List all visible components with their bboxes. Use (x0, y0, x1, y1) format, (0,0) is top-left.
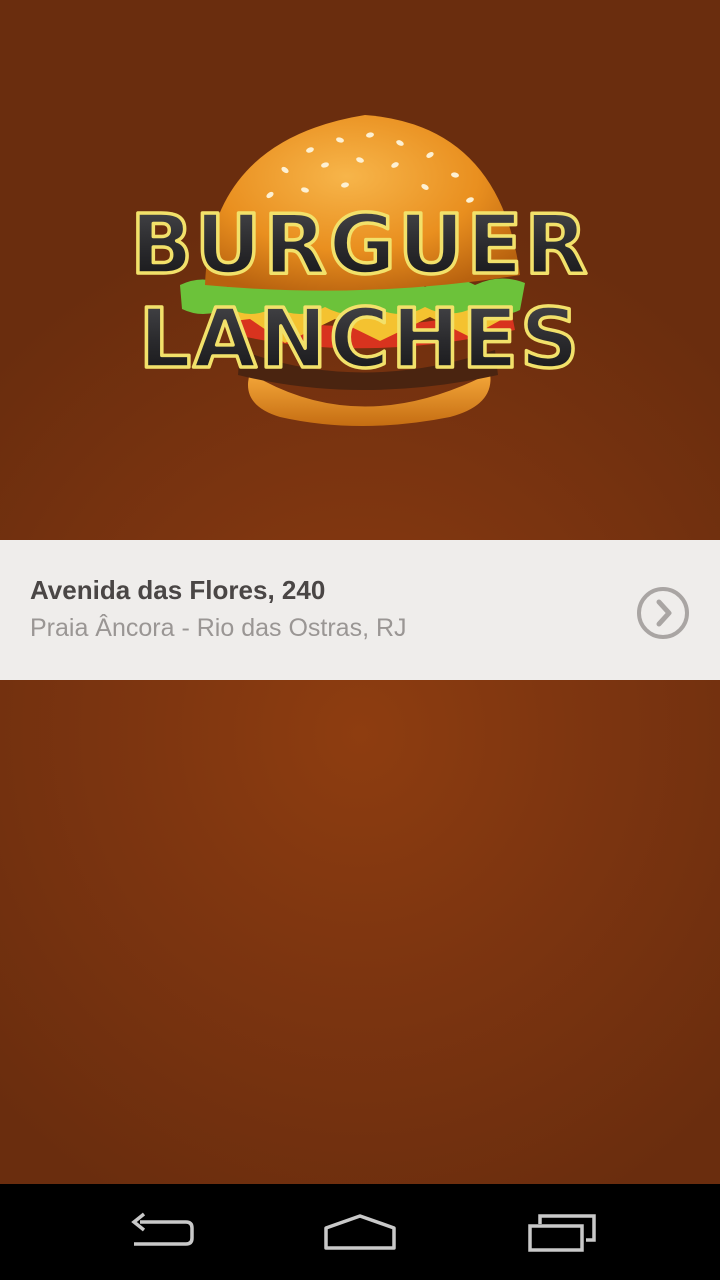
recent-apps-button[interactable] (512, 1204, 612, 1260)
back-button[interactable] (110, 1204, 210, 1260)
burguer-lanches-logo: BURGUER LANCHES (129, 115, 589, 426)
location-card[interactable] (0, 540, 720, 680)
home-button[interactable] (310, 1204, 410, 1260)
logo-title-line2: LANCHES (139, 292, 581, 387)
home-icon (324, 1214, 396, 1250)
back-icon (131, 1212, 194, 1246)
app-screen: BURGUER LANCHES Avenida das Flores, 240 … (0, 0, 720, 1280)
logo-title-line1: BURGUER (130, 198, 589, 293)
location-district: Praia Âncora - Rio das Ostras, RJ (30, 614, 407, 642)
chevron-right-circle-icon[interactable] (635, 585, 691, 641)
recent-apps-icon (528, 1214, 596, 1252)
location-address: Avenida das Flores, 240 (30, 575, 326, 605)
